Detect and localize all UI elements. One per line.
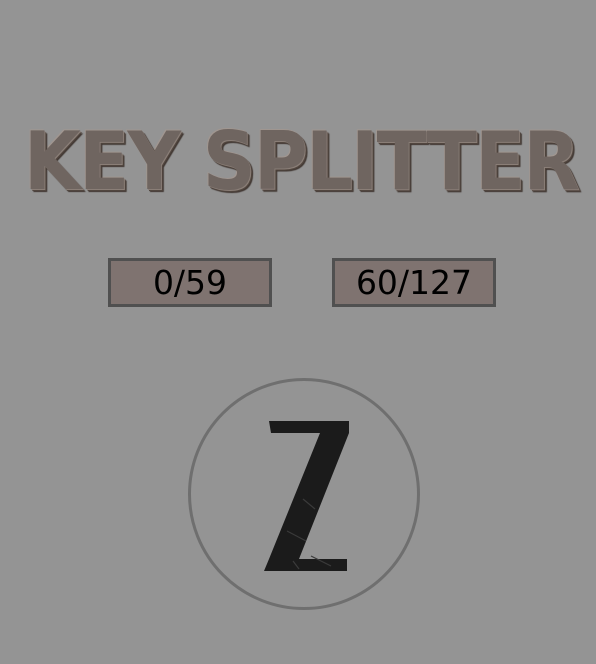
z-logo-icon xyxy=(264,421,349,571)
high-range-field[interactable]: 60/127 xyxy=(332,258,496,307)
z-logo-button[interactable] xyxy=(188,378,420,610)
low-range-field[interactable]: 0/59 xyxy=(108,258,272,307)
plugin-title: KEY SPLITTER xyxy=(23,115,580,208)
